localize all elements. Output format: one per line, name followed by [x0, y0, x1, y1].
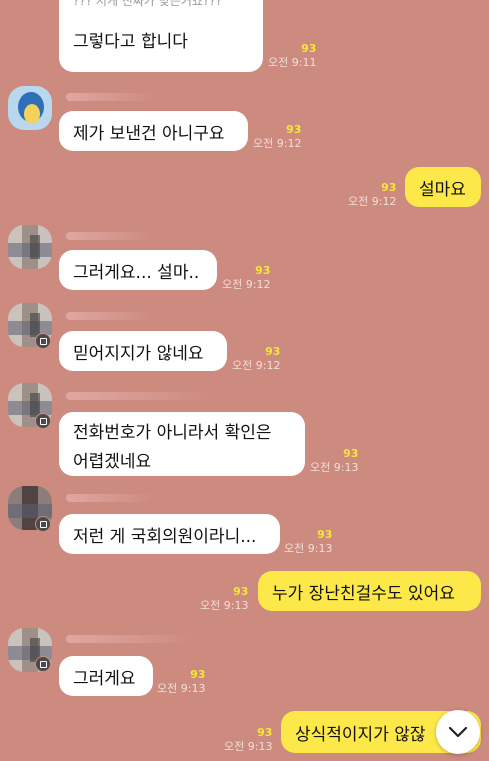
message-bubble-mine[interactable]: 누가 장난친걸수도 있어요: [258, 571, 481, 611]
message-meta: 93 오전 9:12: [253, 123, 301, 151]
message-bubble-top[interactable]: ??? 저게 진짜가 맞는거죠??? 그렇다고 합니다: [59, 0, 263, 72]
message-time: 오전 9:11: [268, 56, 317, 69]
message-text: 설마요: [419, 179, 466, 200]
sender-name: [62, 90, 156, 103]
message-meta: 93 오전 9:13: [200, 585, 248, 613]
message-text: 제가 보낸건 아니구요: [73, 123, 225, 144]
message-text: 누가 장난친걸수도 있어요: [272, 583, 455, 604]
chevron-down-icon: [448, 723, 468, 742]
message-bubble[interactable]: 그러게요... 설마..: [59, 250, 217, 290]
message-bubble[interactable]: 그러게요: [59, 656, 153, 696]
avatar[interactable]: [8, 86, 52, 130]
message-text: 그렇다고 합니다: [73, 32, 188, 52]
chat-badge-icon: [35, 333, 51, 349]
message-time: 오전 9:13: [200, 599, 249, 612]
unread-count: 93: [343, 447, 359, 460]
message-bubble[interactable]: 저런 게 국회의원이라니...: [59, 514, 280, 554]
message-bubble[interactable]: 전화번호가 아니라서 확인은 어렵겠네요: [59, 412, 305, 476]
message-time: 오전 9:13: [310, 461, 359, 474]
message-text: 저런 게 국회의원이라니...: [73, 526, 257, 547]
avatar[interactable]: [8, 225, 52, 269]
avatar-image-detail: [24, 104, 40, 124]
message-meta: 93 오전 9:12: [232, 345, 280, 373]
message-meta: 93 오전 9:13: [224, 726, 272, 754]
message-time: 오전 9:12: [253, 137, 302, 150]
unread-count: 93: [233, 585, 249, 598]
unread-count: 93: [381, 181, 397, 194]
message-text: 상식적이지가 않잖: [295, 724, 426, 745]
sender-name: [62, 632, 196, 645]
message-time: 오전 9:13: [284, 542, 333, 555]
message-time: 오전 9:12: [348, 195, 397, 208]
message-time: 오전 9:12: [232, 359, 281, 372]
message-meta: 93 오전 9:12: [222, 264, 270, 292]
unread-count: 93: [190, 668, 206, 681]
chat-badge-icon: [35, 516, 51, 532]
message-bubble[interactable]: 믿어지지가 않네요: [59, 331, 227, 371]
sender-name: [62, 309, 156, 322]
sender-name: [62, 389, 216, 402]
unread-count: 93: [286, 123, 302, 136]
message-meta: 93 오전 9:12: [348, 181, 396, 209]
unread-count: 93: [301, 42, 317, 55]
message-text: 믿어지지가 않네요: [73, 343, 204, 364]
message-text: 전화번호가 아니라서 확인은 어렵겠네요: [73, 423, 272, 472]
sender-name: [62, 491, 156, 504]
unread-count: 93: [317, 528, 333, 541]
sender-name: [62, 229, 156, 242]
message-bubble[interactable]: 제가 보낸건 아니구요: [59, 111, 248, 151]
message-meta: 93 오전 9:13: [157, 668, 205, 696]
chat-badge-icon: [35, 656, 51, 672]
message-time: 오전 9:13: [224, 740, 273, 753]
unread-count: 93: [255, 264, 271, 277]
scroll-to-bottom-button[interactable]: [436, 710, 480, 754]
chat-badge-icon: [35, 413, 51, 429]
message-meta: 93 오전 9:11: [268, 42, 316, 70]
message-meta: 93 오전 9:13: [284, 528, 332, 556]
unread-count: 93: [265, 345, 281, 358]
message-text: 그러게요... 설마..: [73, 262, 200, 283]
message-meta: 93 오전 9:13: [310, 447, 358, 475]
message-time: 오전 9:13: [157, 682, 206, 695]
unread-count: 93: [257, 726, 273, 739]
message-text: 그러게요: [73, 668, 136, 689]
message-time: 오전 9:12: [222, 278, 271, 291]
message-text-partial: ??? 저게 진짜가 맞는거죠???: [73, 0, 223, 8]
message-bubble-mine[interactable]: 설마요: [405, 167, 481, 207]
